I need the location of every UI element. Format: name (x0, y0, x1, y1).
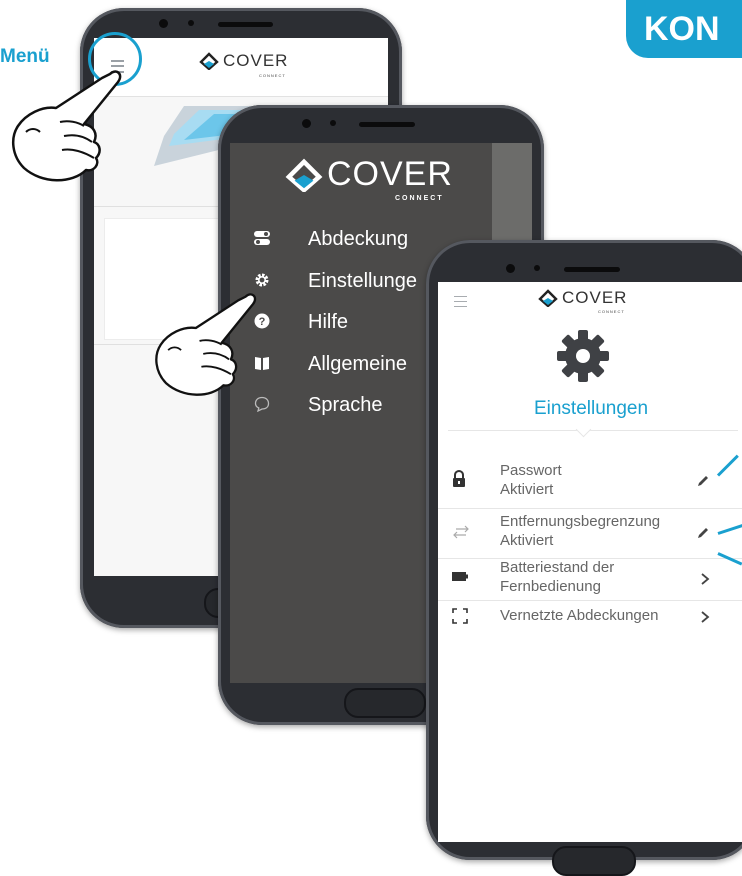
pointing-hand-icon (155, 293, 257, 396)
setting-label: Vernetzte Abdeckungen (500, 607, 659, 624)
speaker-grille (564, 267, 620, 272)
setting-label: Passwort (500, 462, 562, 479)
toggle-icon (254, 231, 270, 245)
app-logo: COVER (199, 51, 288, 71)
speaker-grille (359, 122, 415, 127)
setting-label: Batteriestand der (500, 559, 615, 576)
chevron-right-icon[interactable] (700, 610, 710, 624)
sensor-icon (534, 265, 540, 271)
settings-row-vernetzte-abdeckungen[interactable]: Vernetzte Abdeckungen (438, 600, 742, 634)
settings-row-entfernungsbegrenzung[interactable]: Entfernungsbegrenzung Aktiviert (438, 508, 742, 559)
speaker-grille (218, 22, 273, 27)
settings-row-passwort[interactable]: Passwort Aktiviert (438, 456, 742, 509)
frame-icon (452, 608, 468, 624)
lock-icon (453, 470, 465, 487)
corner-badge: KON (626, 0, 742, 58)
brand-mark-icon (538, 289, 558, 307)
logo-text: COVER (327, 155, 453, 193)
edit-icon[interactable] (696, 526, 710, 540)
setting-status: Aktiviert (500, 481, 554, 498)
setting-status: Aktiviert (500, 532, 554, 549)
hamburger-icon-mid (454, 300, 467, 302)
setting-status: Fernbedienung (500, 578, 601, 595)
logo-subtext: CONNECT (598, 309, 625, 314)
sensor-icon (330, 120, 336, 126)
setting-label: Entfernungsbegrenzung (500, 513, 661, 530)
drawer-item-abdeckung[interactable]: Abdeckung (308, 228, 408, 251)
phone-3: COVER CONNECT Einstellungen Passwort Akt… (426, 240, 742, 876)
drawer-logo: COVER (285, 155, 453, 194)
logo-subtext: CONNECT (395, 195, 444, 202)
arrows-icon (453, 525, 469, 539)
gear-icon (557, 330, 609, 382)
logo-text: COVER (562, 288, 628, 307)
battery-icon (452, 572, 468, 581)
chevron-right-icon[interactable] (700, 572, 710, 586)
drawer-item-sprache[interactable]: Sprache (308, 394, 383, 417)
camera-icon (506, 264, 515, 273)
sensor-icon (188, 20, 194, 26)
camera-icon (302, 119, 311, 128)
phone-3-screen: COVER CONNECT Einstellungen Passwort Akt… (438, 282, 742, 842)
page-title: Einstellungen (533, 398, 649, 419)
settings-row-batteriestand[interactable]: Batteriestand der Fernbedienung (438, 558, 742, 601)
brand-mark-icon (285, 158, 323, 192)
logo-subtext: CONNECT (259, 73, 286, 78)
app-logo: COVER (538, 288, 627, 308)
drawer-item-hilfe[interactable]: Hilfe (308, 311, 348, 334)
brand-mark-icon (199, 52, 219, 70)
camera-icon (159, 19, 168, 28)
edit-icon[interactable] (696, 474, 710, 488)
drawer-item-allgemeine[interactable]: Allgemeine (308, 353, 407, 376)
home-button[interactable] (344, 688, 426, 718)
logo-text: COVER (223, 51, 289, 70)
drawer-item-einstellungen[interactable]: Einstellunge (308, 270, 417, 293)
pointing-hand-icon (11, 70, 122, 182)
title-divider (448, 430, 738, 431)
title-divider-notch (575, 421, 592, 438)
home-button[interactable] (552, 846, 636, 876)
